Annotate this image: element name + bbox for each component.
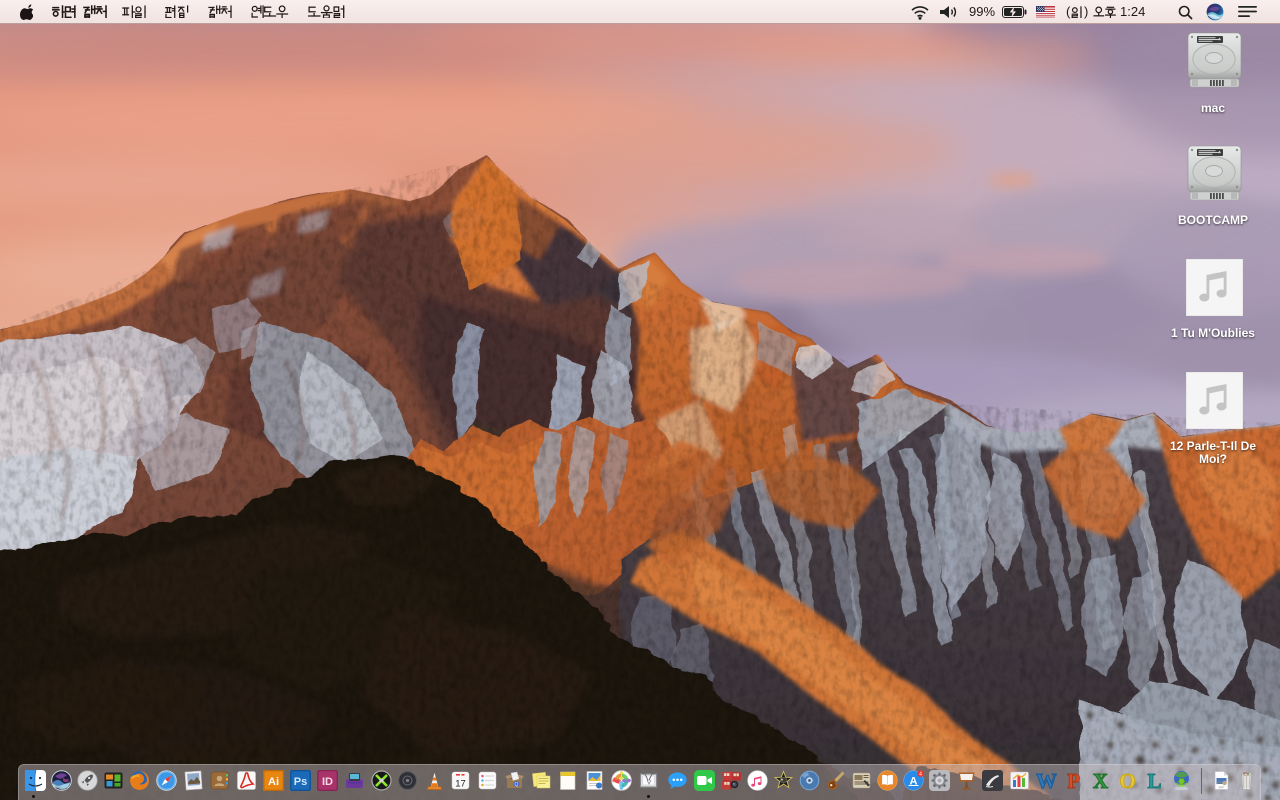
svg-text:P: P	[1067, 770, 1080, 791]
svg-text:X: X	[1092, 770, 1107, 791]
svg-text:Ps: Ps	[293, 776, 306, 788]
svg-text:W: W	[1036, 770, 1057, 791]
svg-text:Q: Q	[514, 782, 518, 788]
svg-text:L: L	[1147, 770, 1161, 791]
svg-text:17: 17	[455, 779, 466, 790]
svg-text:RTF: RTF	[1218, 786, 1224, 790]
svg-text:4: 4	[919, 771, 922, 777]
svg-text:Ai: Ai	[268, 776, 279, 788]
svg-text:ID: ID	[322, 776, 333, 788]
svg-text:O: O	[1119, 770, 1135, 791]
